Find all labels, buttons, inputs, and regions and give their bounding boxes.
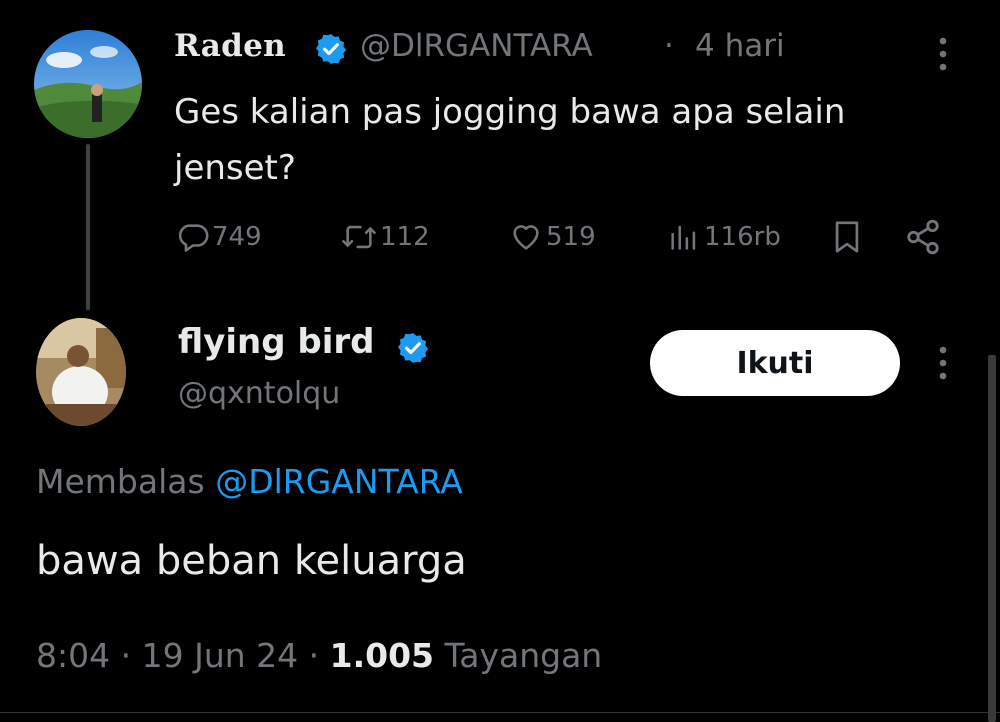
reply-author-name[interactable]: flying bird [178,322,375,362]
like-button[interactable]: 519 [506,214,596,260]
reply-time[interactable]: 8:04 [36,636,110,675]
reply-views-label: Tayangan [444,636,603,675]
separator-dot: · [664,28,674,64]
tweet-action-bar: 749 112 519 116rb [174,214,954,260]
views-icon [666,220,702,254]
reply-tweet-text: bawa beban keluarga [36,538,467,584]
follow-button[interactable]: Ikuti [650,330,900,396]
parent-author-handle[interactable]: @DlRGANTARA [360,28,593,64]
reply-author-avatar[interactable] [36,318,126,426]
replying-to-line: Membalas @DlRGANTARA [36,462,463,501]
reply-button[interactable]: 749 [174,214,262,260]
separator-dot: · [308,636,320,675]
like-count: 519 [546,222,596,252]
verified-badge-icon [396,331,430,369]
reply-views-count: 1.005 [329,636,435,675]
thread-connector-line [86,144,90,310]
parent-tweet-time[interactable]: 4 hari [695,28,785,64]
more-vertical-icon[interactable] [936,36,950,76]
parent-author-avatar[interactable] [34,30,142,138]
share-icon[interactable] [904,214,942,260]
repost-count: 112 [380,222,430,252]
bookmark-icon[interactable] [830,214,864,260]
verified-badge-icon [314,32,348,70]
parent-tweet-text: Ges kalian pas jogging bawa apa selain j… [174,92,846,188]
reply-count: 749 [212,222,262,252]
reply-author-handle[interactable]: @qxntolqu [178,376,340,411]
repost-icon [340,220,378,254]
repost-button[interactable]: 112 [338,214,430,260]
more-vertical-icon[interactable] [936,345,950,385]
heart-icon [508,220,544,254]
replying-to-mention-link[interactable]: @DlRGANTARA [215,462,463,501]
views-count: 116rb [704,222,781,252]
parent-author-name[interactable]: Raden [174,28,286,64]
separator-dot: · [120,636,132,675]
replying-to-label: Membalas [36,462,205,501]
divider [0,712,1000,713]
views-button[interactable]: 116rb [664,214,781,260]
reply-date[interactable]: 19 Jun 24 [142,636,299,675]
scrollbar[interactable] [988,355,996,722]
reply-icon [176,220,210,254]
reply-meta-line: 8:04 · 19 Jun 24 · 1.005 Tayangan [36,636,602,675]
